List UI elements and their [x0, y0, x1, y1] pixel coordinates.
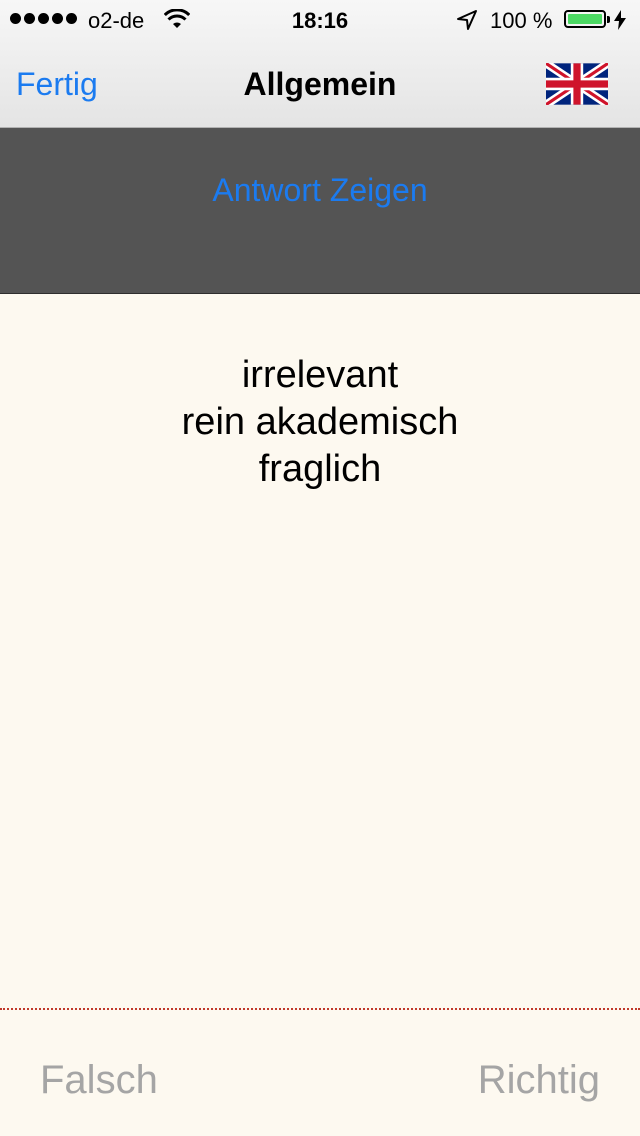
uk-flag-icon[interactable] — [543, 59, 611, 109]
charging-bolt-icon — [614, 10, 626, 36]
top-bar: o2-de 18:16 100 % Fertig Allgemein — [0, 0, 640, 128]
status-bar: o2-de 18:16 100 % — [0, 0, 640, 40]
show-answer-button[interactable]: Antwort Zeigen — [0, 172, 640, 209]
battery-icon — [564, 10, 610, 28]
right-button[interactable]: Richtig — [478, 1058, 600, 1103]
wrong-button[interactable]: Falsch — [40, 1058, 158, 1103]
reveal-panel: Antwort Zeigen — [0, 128, 640, 294]
flashcard-line: irrelevant — [241, 354, 399, 396]
done-button[interactable]: Fertig — [16, 66, 98, 103]
flashcard-line: rein akademisch — [181, 401, 459, 443]
flashcard-text: irrelevant rein akademisch fraglich — [0, 352, 640, 493]
battery-percent: 100 % — [490, 8, 553, 33]
divider — [0, 1008, 640, 1010]
location-arrow-icon — [456, 9, 478, 37]
flashcard-line: fraglich — [258, 448, 382, 490]
